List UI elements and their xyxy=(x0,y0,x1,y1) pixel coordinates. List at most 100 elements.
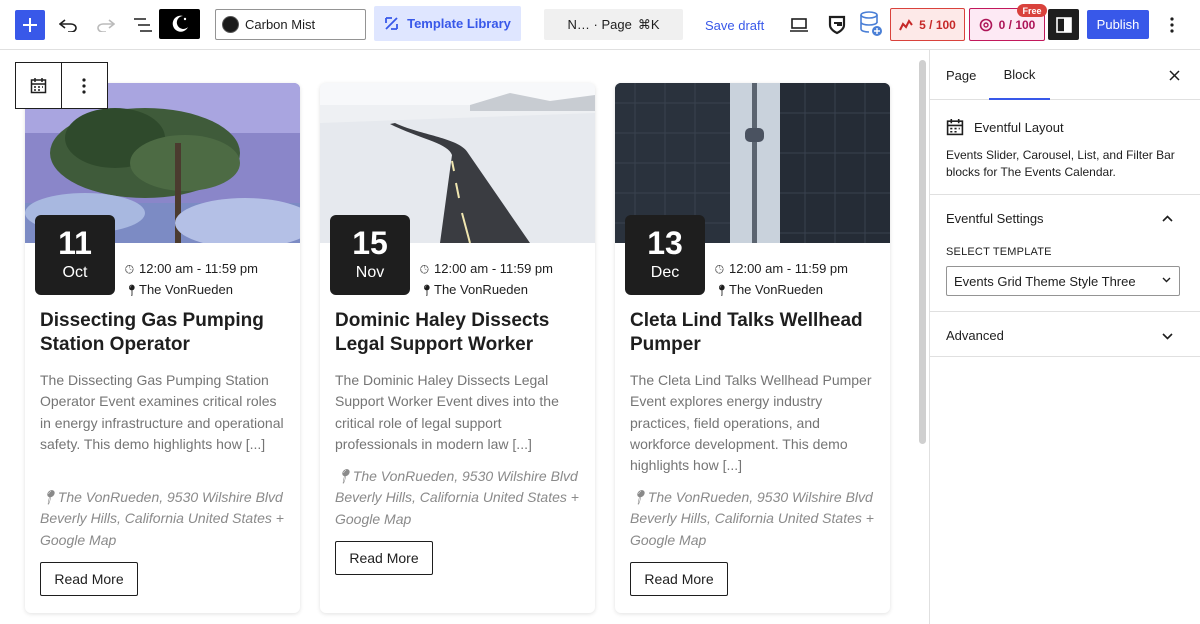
free-badge: Free xyxy=(1017,4,1047,17)
event-day: 13 xyxy=(647,225,683,261)
moon-icon xyxy=(172,15,188,32)
event-venue: The VonRueden xyxy=(434,282,528,297)
template-select-value: Events Grid Theme Style Three xyxy=(954,273,1136,289)
seo-score-button[interactable]: 5 / 100 xyxy=(890,8,965,41)
chevron-down-icon[interactable] xyxy=(1162,329,1173,343)
event-venue: The VonRueden xyxy=(729,282,823,297)
location-pin-icon: 📍︎ xyxy=(630,489,648,505)
advanced-toggle[interactable]: Advanced xyxy=(946,328,1004,343)
event-address: 📍︎The VonRueden, 9530 Wilshire Blvd Beve… xyxy=(335,466,587,530)
read-more-button[interactable]: Read More xyxy=(335,541,433,575)
event-venue: The VonRueden xyxy=(139,282,233,297)
block-description: Events Slider, Carousel, List, and Filte… xyxy=(946,148,1175,179)
event-date-badge: 13 Dec xyxy=(625,215,705,295)
close-sidebar-button[interactable] xyxy=(1164,65,1184,85)
event-date-badge: 15 Nov xyxy=(330,215,410,295)
block-card: Eventful Layout Events Slider, Carousel,… xyxy=(946,118,1186,181)
sidebar-toggle-icon xyxy=(1055,16,1072,33)
event-card: 13 Dec 🕒︎ 12:00 am - 11:59 pm 📍︎The VonRu… xyxy=(615,83,890,613)
more-options-icon xyxy=(1170,17,1174,33)
event-day: 15 xyxy=(352,225,388,261)
event-date-badge: 11 Oct xyxy=(35,215,115,295)
event-month: Nov xyxy=(355,264,385,281)
event-meta: 🕒︎ 12:00 am - 11:59 pm 📍︎The VonRueden xyxy=(715,259,848,301)
plugin-shield-icon xyxy=(828,15,846,35)
event-address-text: The VonRueden, 9530 Wilshire Blvd Beverl… xyxy=(335,468,579,527)
template-library-icon xyxy=(385,17,398,30)
event-month: Dec xyxy=(650,264,680,281)
add-icon xyxy=(23,18,37,32)
desktop-view-icon xyxy=(790,18,808,32)
template-library-label: Template Library xyxy=(407,16,511,31)
event-title[interactable]: Cleta Lind Talks Wellhead Pumper xyxy=(630,309,875,357)
clock-icon: 🕒︎ xyxy=(125,264,134,276)
event-address-text: The VonRueden, 9530 Wilshire Blvd Beverl… xyxy=(40,489,284,548)
location-pin-icon: 📍︎ xyxy=(40,489,58,505)
preview-button[interactable] xyxy=(785,11,813,39)
settings-sidebar-toggle[interactable] xyxy=(1048,9,1079,40)
chevron-down-icon xyxy=(1162,275,1171,286)
publish-button[interactable]: Publish xyxy=(1087,10,1149,39)
event-time: 12:00 am - 11:59 pm xyxy=(434,261,553,276)
event-address-text: The VonRueden, 9530 Wilshire Blvd Beverl… xyxy=(630,489,874,548)
undo-button[interactable] xyxy=(54,11,82,39)
event-title[interactable]: Dissecting Gas Pumping Station Operator xyxy=(40,309,285,357)
block-card-title: Eventful Layout xyxy=(946,118,1186,136)
dark-mode-toggle[interactable] xyxy=(159,9,200,39)
database-button[interactable] xyxy=(857,10,885,38)
save-draft-button[interactable]: Save draft xyxy=(705,10,764,40)
add-block-button[interactable] xyxy=(15,10,45,40)
seo-score-value: 5 / 100 xyxy=(919,17,956,32)
list-view-button[interactable] xyxy=(129,11,157,39)
read-more-button[interactable]: Read More xyxy=(40,562,138,596)
eventful-settings-toggle[interactable]: Eventful Settings xyxy=(946,211,1044,226)
block-name: Eventful Layout xyxy=(974,119,1064,135)
redo-button[interactable] xyxy=(92,11,120,39)
command-palette-button[interactable]: N… · Page ⌘K xyxy=(544,9,683,40)
location-pin-icon: 📍︎ xyxy=(715,285,729,297)
command-shortcut: ⌘K xyxy=(637,16,660,32)
event-meta: 🕒︎ 12:00 am - 11:59 pm 📍︎The VonRueden xyxy=(420,259,553,301)
chevron-up-icon[interactable] xyxy=(1162,211,1173,225)
select-template-label: SELECT TEMPLATE xyxy=(946,246,1052,258)
more-vertical-icon xyxy=(82,77,86,94)
sidebar-tabs: Page Block xyxy=(930,50,1200,100)
event-address: 📍︎The VonRueden, 9530 Wilshire Blvd Beve… xyxy=(40,487,292,551)
read-more-button[interactable]: Read More xyxy=(630,562,728,596)
readability-icon xyxy=(979,18,992,31)
location-pin-icon: 📍︎ xyxy=(420,285,434,297)
undo-icon xyxy=(59,19,77,32)
close-icon xyxy=(1168,69,1180,81)
settings-sidebar: Page Block Eventful Layout Events Slider… xyxy=(929,50,1200,624)
event-card: 11 Oct 🕒︎ 12:00 am - 11:59 pm 📍︎The VonRu… xyxy=(25,83,300,613)
tab-block[interactable]: Block xyxy=(989,50,1050,100)
event-description: The Cleta Lind Talks Wellhead Pumper Eve… xyxy=(630,372,872,474)
location-pin-icon: 📍︎ xyxy=(125,285,139,297)
seo-score-icon xyxy=(899,18,913,30)
block-type-button[interactable] xyxy=(16,63,62,108)
database-icon xyxy=(860,11,882,36)
theme-style-select[interactable]: Carbon Mist xyxy=(215,9,366,40)
block-options-button[interactable] xyxy=(62,63,108,108)
readability-score-value: 0 / 100 xyxy=(998,17,1036,32)
tab-page[interactable]: Page xyxy=(946,50,976,100)
event-title[interactable]: Dominic Haley Dissects Legal Support Wor… xyxy=(335,309,580,357)
calendar-icon xyxy=(30,78,46,94)
canvas-scrollbar[interactable] xyxy=(919,60,926,444)
event-day: 11 xyxy=(58,225,92,261)
redo-icon xyxy=(97,19,115,32)
event-meta: 🕒︎ 12:00 am - 11:59 pm 📍︎The VonRueden xyxy=(125,259,258,301)
template-library-button[interactable]: Template Library xyxy=(374,6,521,41)
advanced-panel: Advanced xyxy=(930,311,1200,357)
event-month: Oct xyxy=(62,264,88,281)
plugin-shield-button[interactable] xyxy=(823,11,851,39)
list-view-icon xyxy=(134,18,152,32)
calendar-icon xyxy=(946,119,964,136)
template-select[interactable]: Events Grid Theme Style Three xyxy=(946,266,1180,296)
event-time: 12:00 am - 11:59 pm xyxy=(139,261,258,276)
command-label: N… · Page xyxy=(567,17,632,32)
event-time: 12:00 am - 11:59 pm xyxy=(729,261,848,276)
theme-swatch xyxy=(222,16,239,33)
more-options-button[interactable] xyxy=(1160,10,1184,40)
event-card: 15 Nov 🕒︎ 12:00 am - 11:59 pm 📍︎The VonRu… xyxy=(320,83,595,613)
